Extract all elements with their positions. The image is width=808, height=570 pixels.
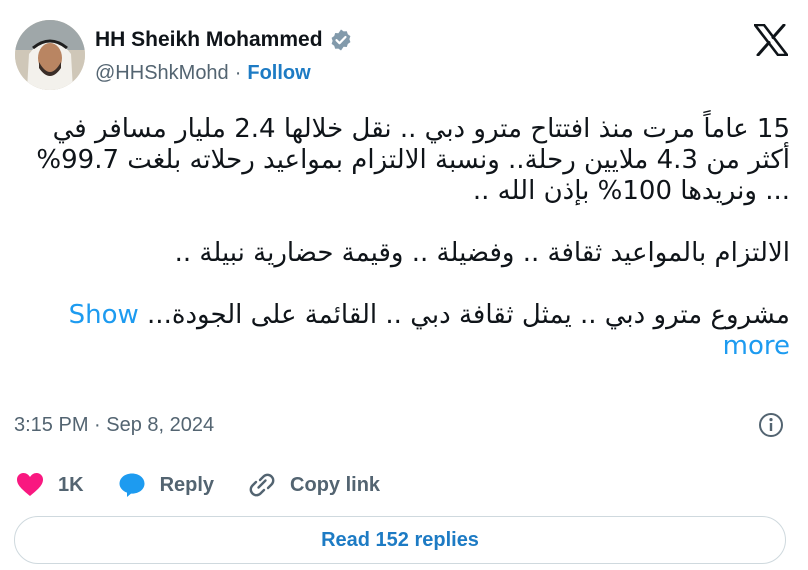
reply-label: Reply [159,473,215,496]
tweet-text: 15 عاماً مرت منذ افتتاح مترو دبي .. نقل … [14,114,790,362]
read-replies-button[interactable]: Read 152 replies [14,516,786,564]
tweet-paragraph: 15 عاماً مرت منذ افتتاح مترو دبي .. نقل … [36,114,790,206]
reply-button[interactable]: Reply [118,472,214,498]
info-icon[interactable] [758,412,784,438]
author-avatar[interactable] [15,20,85,90]
author-handle-row: @HHShkMohd · Follow [95,62,311,85]
verified-badge-icon [331,29,350,51]
author-handle[interactable]: @HHShkMohd [95,62,229,85]
copy-link-button[interactable]: Copy link [248,472,380,498]
like-count: 1K [58,473,84,496]
tweet-paragraph: الالتزام بالمواعيد ثقافة .. وفضيلة .. وق… [174,238,790,268]
tweet-paragraph-text: مشروع مترو دبي .. يمثل ثقافة دبي .. القا… [147,300,790,330]
read-replies-label: Read 152 replies [321,528,479,551]
link-icon [249,473,275,497]
author-name[interactable]: HH Sheikh Mohammed [95,28,323,52]
tweet-paragraph: مشروع مترو دبي .. يمثل ثقافة دبي .. القا… [14,300,790,362]
action-bar: 1K Reply Copy link [16,472,414,498]
like-button[interactable]: 1K [16,472,84,498]
author-name-row: HH Sheikh Mohammed [95,28,353,52]
separator-dot: · [234,62,242,84]
x-logo-icon[interactable] [754,24,788,56]
follow-button[interactable]: Follow [247,62,310,85]
heart-icon [17,473,43,496]
tweet-timestamp[interactable]: 3:15 PM · Sep 8, 2024 [14,414,214,437]
copy-link-label: Copy link [290,473,381,496]
reply-bubble-icon [119,473,145,497]
